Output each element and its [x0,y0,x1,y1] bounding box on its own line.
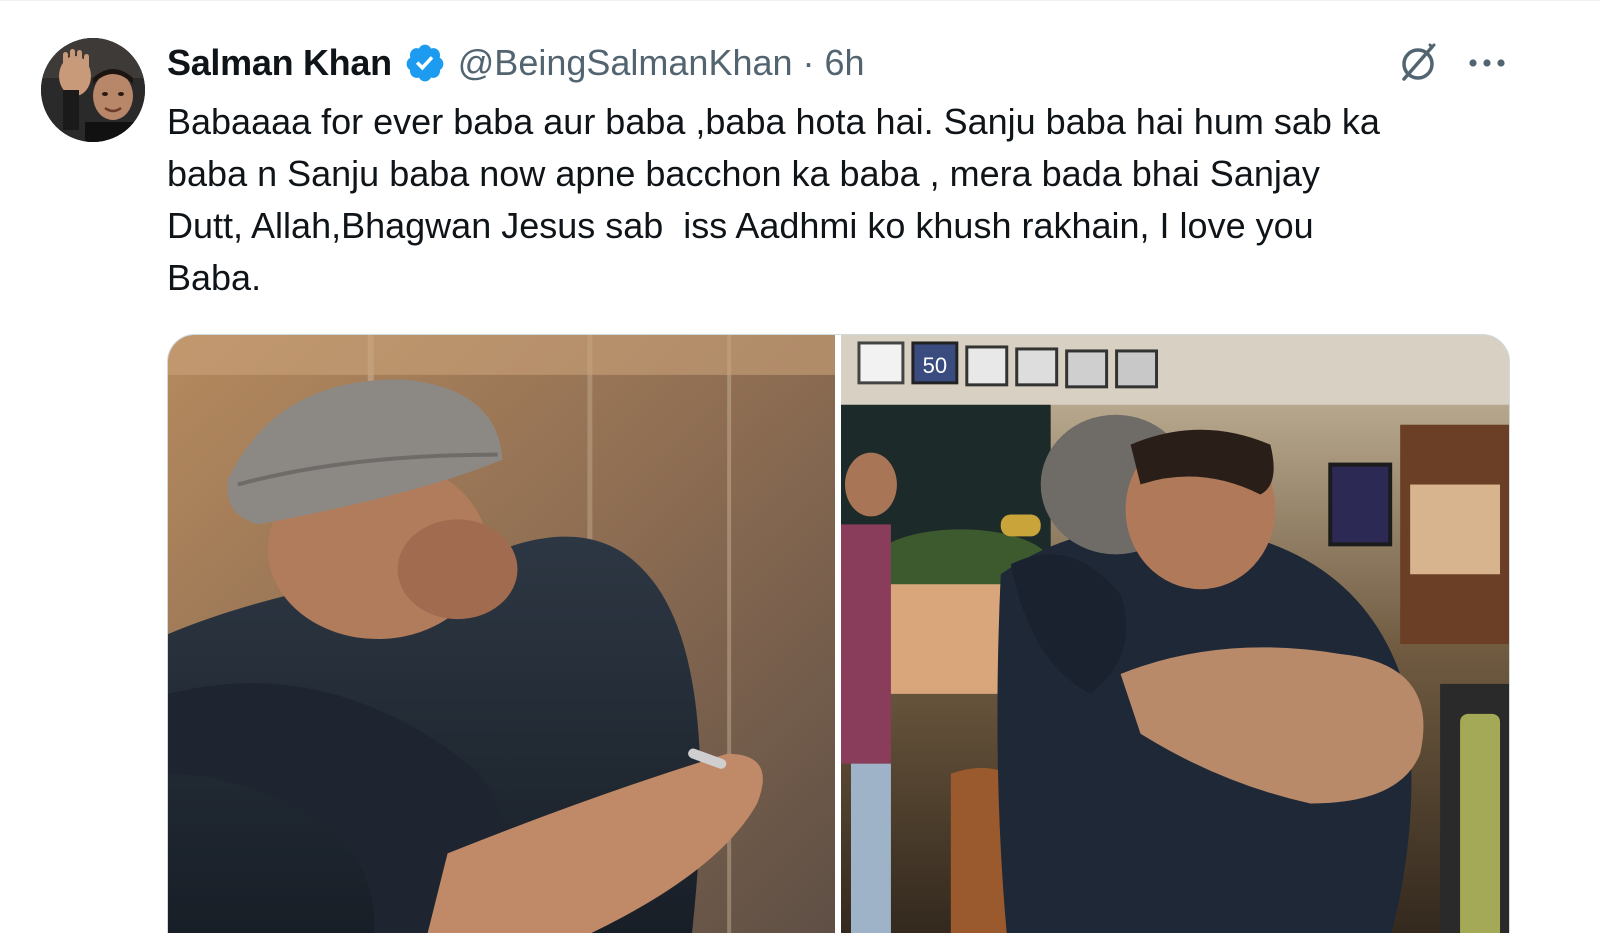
author-name[interactable]: Salman Khan [167,42,392,84]
more-options-icon[interactable] [1463,47,1511,79]
tweet-timestamp[interactable]: 6h [825,42,865,84]
avatar-photo [41,38,145,142]
tweet-header: Salman Khan @BeingSalmanKhan · 6h [167,41,865,85]
tweet-media-grid[interactable]: 50 [167,334,1510,933]
media-photo-2[interactable]: 50 [840,335,1509,933]
tweet-text: Babaaaa for ever baba aur baba ,baba hot… [167,101,1380,298]
media-photo-1[interactable] [168,335,835,933]
author-avatar[interactable] [41,38,145,142]
verified-badge-icon[interactable] [404,42,446,84]
author-handle[interactable]: @BeingSalmanKhan [458,42,793,84]
frame-label-50: 50 [923,353,947,378]
grok-icon[interactable] [1396,41,1440,85]
tweet-card[interactable]: Salman Khan @BeingSalmanKhan · 6h Babaaa… [0,0,1600,933]
separator-dot: · [802,42,815,83]
